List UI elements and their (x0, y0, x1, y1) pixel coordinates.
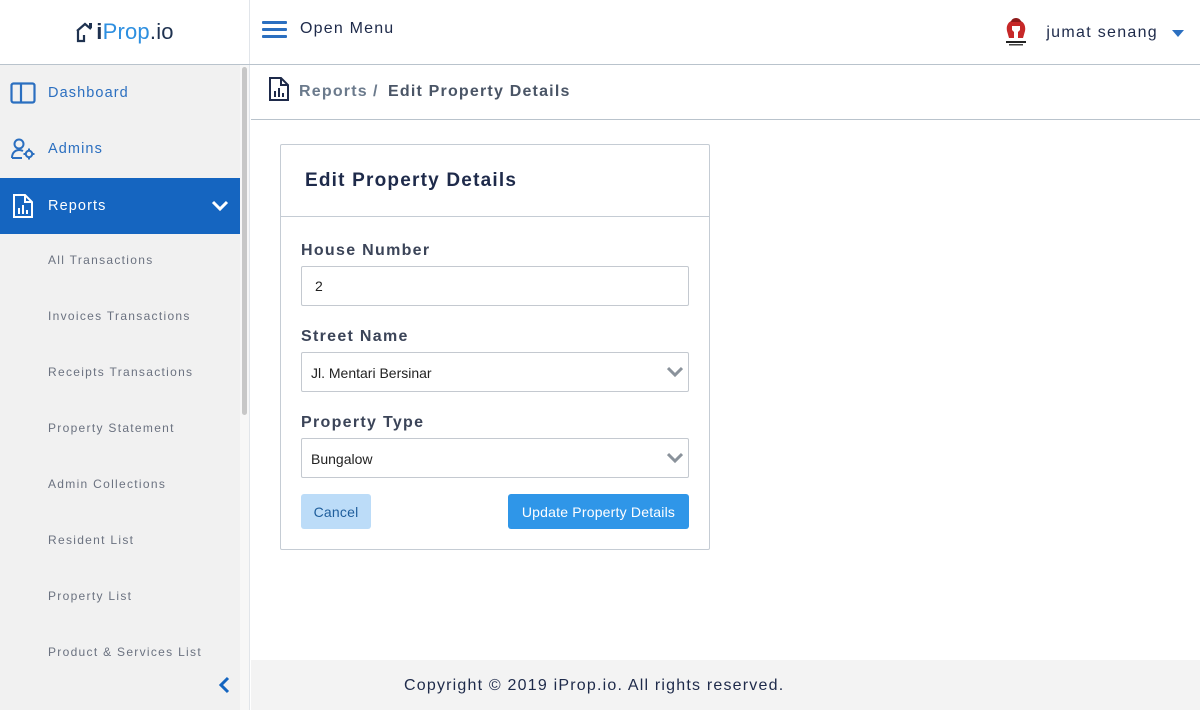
property-type-select[interactable]: Bungalow (301, 438, 689, 478)
spartan-avatar-icon (1006, 18, 1027, 46)
breadcrumb-current: Edit Property Details (388, 83, 571, 100)
house-logo-icon (76, 22, 93, 43)
sidebar-subitem-all-transactions[interactable]: All Transactions (0, 245, 240, 275)
caret-down-icon (1172, 29, 1184, 37)
report-icon (10, 193, 36, 219)
logo-text-io: io (156, 19, 174, 44)
subitem-label: Property Statement (48, 421, 175, 435)
house-number-input[interactable] (301, 266, 689, 306)
user-menu[interactable]: jumat senang (1002, 18, 1184, 48)
sidebar-item-admins[interactable]: Admins (0, 121, 240, 177)
edit-property-card: Edit Property Details House Number Stree… (280, 144, 710, 550)
street-name-value: Jl. Mentari Bersinar (311, 365, 432, 381)
subitem-label: Property List (48, 589, 133, 603)
house-number-label: House Number (301, 242, 431, 259)
chevron-down-icon (667, 366, 683, 378)
street-name-select[interactable]: Jl. Mentari Bersinar (301, 352, 689, 392)
property-type-label: Property Type (301, 414, 425, 431)
logo[interactable]: i Prop. io (75, 19, 174, 45)
sidebar-subitem-resident-list[interactable]: Resident List (0, 525, 240, 555)
update-property-button[interactable]: Update Property Details (508, 494, 689, 529)
logo-area: i Prop. io (0, 0, 250, 64)
sidebar-subitem-property-list[interactable]: Property List (0, 581, 240, 611)
chevron-down-icon (667, 452, 683, 464)
subitem-label: Admin Collections (48, 477, 167, 491)
subitem-label: Resident List (48, 533, 135, 547)
sidebar: Dashboard Admins Reports All Transaction… (0, 65, 250, 710)
footer: Copyright © 2019 iProp.io. All rights re… (251, 660, 1200, 710)
collapse-sidebar-chevron-left-icon[interactable] (215, 674, 235, 696)
property-type-value: Bungalow (311, 451, 373, 467)
card-title: Edit Property Details (305, 170, 518, 191)
top-bar: i Prop. io Open Menu jumat senang (0, 0, 1200, 65)
sidebar-item-label: Dashboard (48, 85, 129, 101)
sidebar-item-label: Reports (48, 198, 107, 214)
cancel-button[interactable]: Cancel (301, 494, 371, 529)
sidebar-subitem-invoices-transactions[interactable]: Invoices Transactions (0, 301, 240, 331)
breadcrumb: Reports / Edit Property Details (251, 65, 1200, 120)
breadcrumb-reports-link[interactable]: Reports (299, 83, 368, 101)
sidebar-item-label: Admins (48, 141, 103, 157)
card-header: Edit Property Details (281, 145, 709, 217)
open-menu-label: Open Menu (300, 20, 395, 37)
open-menu-button[interactable]: Open Menu (262, 19, 394, 39)
street-name-label: Street Name (301, 328, 409, 345)
user-name: jumat senang (1046, 24, 1158, 41)
sidebar-subitem-receipts-transactions[interactable]: Receipts Transactions (0, 357, 240, 387)
sidebar-subitem-admin-collections[interactable]: Admin Collections (0, 469, 240, 499)
report-icon (269, 77, 289, 101)
subitem-label: Product & Services List (48, 645, 202, 659)
copyright-text: Copyright © 2019 iProp.io. All rights re… (404, 677, 785, 694)
sidebar-subitem-product-services-list[interactable]: Product & Services List (0, 637, 240, 667)
sidebar-subitem-property-statement[interactable]: Property Statement (0, 413, 240, 443)
breadcrumb-separator: / (373, 83, 378, 100)
chevron-down-icon[interactable] (210, 196, 230, 216)
sidebar-item-reports[interactable]: Reports (0, 178, 240, 234)
sidebar-item-dashboard[interactable]: Dashboard (0, 65, 240, 121)
sidebar-scrollbar-thumb[interactable] (242, 67, 247, 415)
logo-text-prop: Prop (102, 19, 150, 44)
subitem-label: All Transactions (48, 253, 154, 267)
dashboard-icon (10, 80, 36, 106)
subitem-label: Invoices Transactions (48, 309, 191, 323)
subitem-label: Receipts Transactions (48, 365, 194, 379)
hamburger-icon (262, 19, 287, 39)
admin-gear-icon (10, 136, 36, 162)
